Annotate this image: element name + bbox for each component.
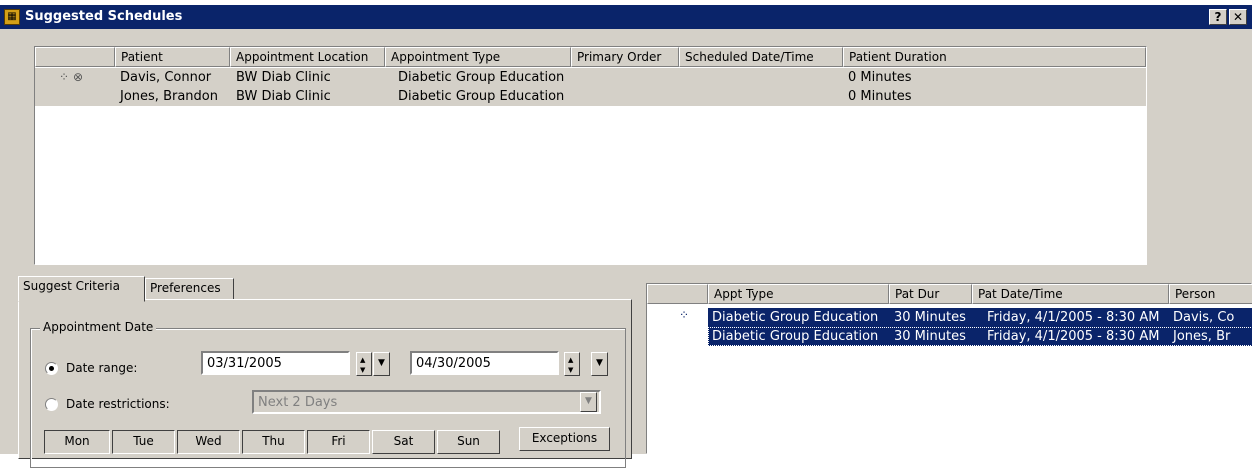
- table-row[interactable]: Diabetic Group Education 30 Minutes Frid…: [708, 327, 1252, 346]
- column-header-patient[interactable]: Patient: [115, 47, 230, 67]
- column-header-scheduled-date-time[interactable]: Scheduled Date/Time: [679, 47, 843, 67]
- chevron-down-icon[interactable]: ▼: [580, 392, 597, 412]
- spin-up-icon: ▲: [568, 356, 574, 364]
- duration-cell: 0 Minutes: [848, 70, 912, 85]
- appointment-type-cell: Diabetic Group Education: [398, 70, 565, 85]
- table-row[interactable]: Jones, Brandon BW Diab Clinic Diabetic G…: [35, 87, 1146, 106]
- column-header-patient-duration[interactable]: Patient Duration: [843, 47, 1146, 67]
- close-button[interactable]: ✕: [1229, 9, 1247, 25]
- pat-date-time-cell: Friday, 4/1/2005 - 8:30 AM: [987, 329, 1160, 344]
- day-button-sat[interactable]: Sat: [372, 430, 435, 454]
- patients-grid[interactable]: Patient Appointment Location Appointment…: [34, 46, 1147, 265]
- spin-down-icon: ▼: [360, 366, 366, 374]
- pat-date-time-cell: Friday, 4/1/2005 - 8:30 AM: [987, 310, 1160, 325]
- column-header-appointment-type[interactable]: Appointment Type: [385, 47, 571, 67]
- grid-icon: ⁘: [59, 70, 70, 84]
- location-cell: BW Diab Clinic: [236, 89, 331, 104]
- column-header-person[interactable]: Person: [1169, 284, 1252, 304]
- column-header-appt-type[interactable]: Appt Type: [708, 284, 889, 304]
- day-button-thu[interactable]: Thu: [242, 430, 305, 454]
- handshake-icon: ⊗: [73, 70, 84, 84]
- end-date-field[interactable]: 04/30/2005: [410, 351, 559, 375]
- date-restrictions-label: Date restrictions:: [66, 397, 170, 411]
- day-button-wed[interactable]: Wed: [177, 430, 240, 454]
- end-date-dropdown-button[interactable]: ▼: [591, 352, 608, 376]
- start-date-spinner[interactable]: ▲ ▼: [356, 352, 372, 376]
- end-date-spinner[interactable]: ▲ ▼: [564, 352, 580, 376]
- pat-dur-cell: 30 Minutes: [894, 310, 966, 325]
- person-cell: Davis, Co: [1173, 310, 1235, 325]
- date-restrictions-select[interactable]: Next 2 Days: [252, 390, 601, 414]
- table-row[interactable]: Diabetic Group Education 30 Minutes Frid…: [708, 308, 1252, 327]
- table-row[interactable]: ⁘ ⊗ Davis, Connor BW Diab Clinic Diabeti…: [35, 68, 1146, 87]
- start-date-dropdown-button[interactable]: ▼: [373, 352, 390, 376]
- window-title: Suggested Schedules: [25, 9, 183, 24]
- suggested-slots-grid[interactable]: Appt Type Pat Dur Pat Date/Time Person ⁘…: [646, 283, 1252, 454]
- day-button-mon[interactable]: Mon: [44, 430, 110, 454]
- spin-down-icon: ▼: [568, 366, 574, 374]
- spin-up-icon: ▲: [360, 356, 366, 364]
- column-header-appointment-location[interactable]: Appointment Location: [230, 47, 385, 67]
- column-header-blank: [647, 284, 708, 304]
- patient-cell: Jones, Brandon: [120, 89, 218, 104]
- day-button-tue[interactable]: Tue: [112, 430, 175, 454]
- person-cell: Jones, Br: [1173, 329, 1231, 344]
- date-range-radio[interactable]: [45, 362, 58, 375]
- grid-icon: ⁘: [679, 308, 690, 322]
- date-range-label: Date range:: [66, 361, 138, 375]
- column-header-pat-date-time[interactable]: Pat Date/Time: [972, 284, 1169, 304]
- pat-dur-cell: 30 Minutes: [894, 329, 966, 344]
- patient-cell: Davis, Connor: [120, 70, 212, 85]
- appointment-date-group-title: Appointment Date: [40, 320, 157, 335]
- appt-type-cell: Diabetic Group Education: [712, 310, 879, 325]
- duration-cell: 0 Minutes: [848, 89, 912, 104]
- column-header-blank: [35, 47, 115, 67]
- help-button[interactable]: ?: [1209, 9, 1227, 25]
- calendar-icon: ▦: [4, 9, 20, 25]
- date-restrictions-radio[interactable]: [45, 398, 58, 411]
- appointment-type-cell: Diabetic Group Education: [398, 89, 565, 104]
- title-bar[interactable]: ▦ Suggested Schedules ? ✕: [0, 5, 1252, 29]
- exceptions-button[interactable]: Exceptions: [519, 427, 610, 451]
- location-cell: BW Diab Clinic: [236, 70, 331, 85]
- column-header-primary-order[interactable]: Primary Order: [571, 47, 679, 67]
- start-date-field[interactable]: 03/31/2005: [201, 351, 350, 375]
- tab-preferences[interactable]: Preferences: [145, 278, 234, 300]
- day-button-sun[interactable]: Sun: [437, 430, 500, 454]
- column-header-pat-dur[interactable]: Pat Dur: [889, 284, 972, 304]
- radio-selected-dot: [49, 366, 54, 371]
- appt-type-cell: Diabetic Group Education: [712, 329, 879, 344]
- tab-suggest-criteria[interactable]: Suggest Criteria: [18, 276, 145, 302]
- day-button-fri[interactable]: Fri: [307, 430, 370, 454]
